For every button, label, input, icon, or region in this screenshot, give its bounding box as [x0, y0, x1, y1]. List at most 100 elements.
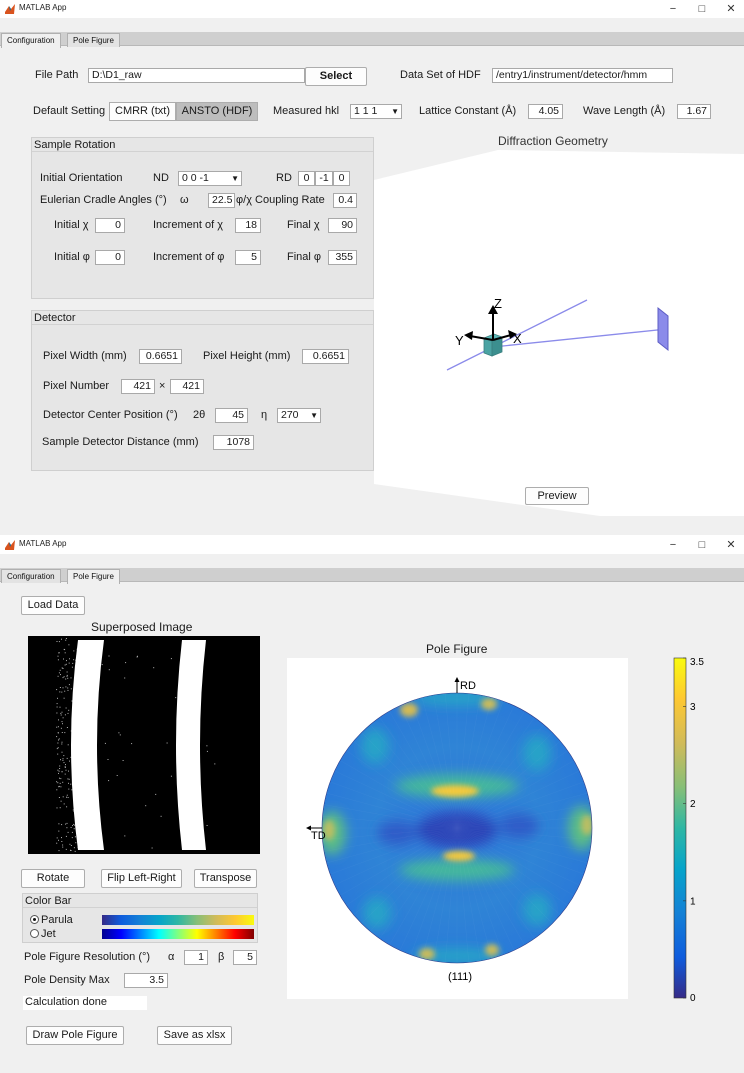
beta-input[interactable]: 5	[233, 950, 257, 965]
density-max-label: Pole Density Max	[24, 974, 110, 986]
minimize-icon[interactable]: −	[664, 1, 682, 17]
detector-title: Detector	[34, 312, 76, 324]
preview-button[interactable]: Preview	[525, 487, 589, 505]
parula-radio[interactable]: Parula	[30, 914, 73, 926]
final-chi-label: Final χ	[287, 219, 320, 231]
minimize-icon[interactable]: −	[664, 537, 682, 553]
select-button[interactable]: Select	[305, 67, 367, 86]
coupling-rate-input[interactable]: 0.4	[333, 193, 357, 208]
distance-label: Sample Detector Distance (mm)	[42, 436, 199, 448]
pixel-width-input[interactable]: 0.6651	[139, 349, 182, 364]
alpha-label: α	[168, 951, 175, 963]
pixel-number-x-input[interactable]: 421	[121, 379, 155, 394]
superposed-image	[28, 636, 260, 854]
hdf-input[interactable]: /entry1/instrument/detector/hmm	[492, 68, 673, 83]
tab-configuration[interactable]: Configuration	[1, 33, 61, 48]
sample-rotation-title: Sample Rotation	[34, 139, 116, 151]
matlab-logo-icon	[5, 540, 15, 550]
rd-label: RD	[460, 680, 476, 692]
pole-figure-axes[interactable]: RD TD (111)	[287, 658, 628, 999]
load-data-button[interactable]: Load Data	[21, 596, 85, 615]
nd-value: 0 0 -1	[182, 172, 209, 184]
chevron-down-icon: ▼	[231, 174, 239, 183]
omega-input[interactable]: 22.5	[208, 193, 235, 208]
nd-label: ND	[153, 172, 169, 184]
final-chi-input[interactable]: 90	[328, 218, 357, 233]
eta-dropdown[interactable]: 270 ▼	[277, 408, 321, 423]
colorbar-group-title: Color Bar	[25, 895, 72, 907]
sample-cube-front	[483, 337, 493, 357]
distance-input[interactable]: 1078	[213, 435, 254, 450]
geometry-box	[374, 150, 744, 516]
initial-chi-input[interactable]: 0	[95, 218, 125, 233]
parula-label: Parula	[41, 914, 73, 926]
ansto-toggle[interactable]: ANSTO (HDF)	[176, 102, 258, 121]
detector-center-label: Detector Center Position (°)	[43, 409, 178, 421]
window-pole-figure: MATLAB App − □ ✕ Configuration Pole Figu…	[0, 536, 744, 1073]
file-path-input[interactable]: D:\D1_raw	[88, 68, 305, 83]
close-icon[interactable]: ✕	[722, 537, 740, 553]
tab-configuration[interactable]: Configuration	[1, 569, 61, 583]
status-text: Calculation done	[25, 996, 107, 1008]
title-bar: MATLAB App − □ ✕	[0, 0, 744, 18]
axis-z-label: Z	[494, 296, 502, 311]
radio-unselected-icon	[30, 929, 39, 938]
default-setting-label: Default Setting	[33, 105, 106, 117]
jet-label: Jet	[41, 928, 56, 940]
colorbar-tick-label: 3.5	[690, 657, 704, 668]
chevron-down-icon: ▼	[391, 107, 399, 116]
axis-y-label: Y	[455, 333, 464, 348]
tab-pole-figure[interactable]: Pole Figure	[67, 33, 120, 47]
pixel-height-input[interactable]: 0.6651	[302, 349, 349, 364]
title-bar: MATLAB App − □ ✕	[0, 536, 744, 554]
panel-header	[32, 311, 373, 325]
jet-radio[interactable]: Jet	[30, 928, 56, 940]
increment-phi-input[interactable]: 5	[235, 250, 261, 265]
increment-phi-label: Increment of φ	[153, 251, 225, 263]
pixel-number-y-input[interactable]: 421	[170, 379, 204, 394]
transpose-button[interactable]: Transpose	[194, 869, 257, 888]
density-max-input[interactable]: 3.5	[124, 973, 168, 988]
times-sign: ×	[159, 380, 166, 392]
rd-input-1[interactable]: 0	[298, 171, 315, 186]
pole-figure-title: Pole Figure	[426, 642, 488, 656]
wave-length-input[interactable]: 1.67	[677, 104, 711, 119]
nd-dropdown[interactable]: 0 0 -1 ▼	[178, 171, 242, 186]
two-theta-input[interactable]: 45	[215, 408, 248, 423]
lattice-constant-label: Lattice Constant (Å)	[419, 105, 517, 117]
initial-phi-input[interactable]: 0	[95, 250, 125, 265]
lattice-constant-input[interactable]: 4.05	[528, 104, 563, 119]
final-phi-label: Final φ	[287, 251, 322, 263]
rd-input-2[interactable]: -1	[315, 171, 333, 186]
maximize-icon[interactable]: □	[693, 537, 711, 553]
close-icon[interactable]: ✕	[722, 1, 740, 17]
initial-phi-label: Initial φ	[54, 251, 90, 263]
measured-hkl-dropdown[interactable]: 1 1 1 ▼	[350, 104, 402, 119]
save-xlsx-button[interactable]: Save as xlsx	[157, 1026, 232, 1045]
rotate-button[interactable]: Rotate	[21, 869, 85, 888]
diffraction-geometry-axes[interactable]: Z Y X	[374, 150, 744, 520]
eta-value: 270	[281, 409, 299, 421]
hkl-label: (111)	[448, 971, 472, 983]
wave-length-label: Wave Length (Å)	[583, 105, 666, 117]
draw-pole-figure-button[interactable]: Draw Pole Figure	[26, 1026, 124, 1045]
eta-label: η	[261, 409, 268, 421]
colorbar: 3.5 3 2 1 0	[673, 657, 704, 1002]
rd-input-3[interactable]: 0	[333, 171, 350, 186]
rd-label: RD	[276, 172, 292, 184]
resolution-label: Pole Figure Resolution (°)	[24, 951, 151, 963]
radio-selected-icon	[30, 915, 39, 924]
geometry-title: Diffraction Geometry	[498, 134, 608, 148]
measured-hkl-value: 1 1 1	[354, 105, 378, 117]
tab-pole-figure[interactable]: Pole Figure	[67, 569, 120, 584]
alpha-input[interactable]: 1	[184, 950, 208, 965]
maximize-icon[interactable]: □	[693, 1, 711, 17]
cmrr-toggle[interactable]: CMRR (txt)	[109, 102, 176, 121]
jet-swatch	[102, 929, 254, 939]
increment-chi-input[interactable]: 18	[235, 218, 261, 233]
detector-plane	[657, 306, 669, 352]
final-phi-input[interactable]: 355	[328, 250, 357, 265]
sample-rotation-panel: Sample Rotation	[31, 137, 374, 299]
flip-left-right-button[interactable]: Flip Left-Right	[101, 869, 182, 888]
initial-chi-label: Initial χ	[54, 219, 89, 231]
